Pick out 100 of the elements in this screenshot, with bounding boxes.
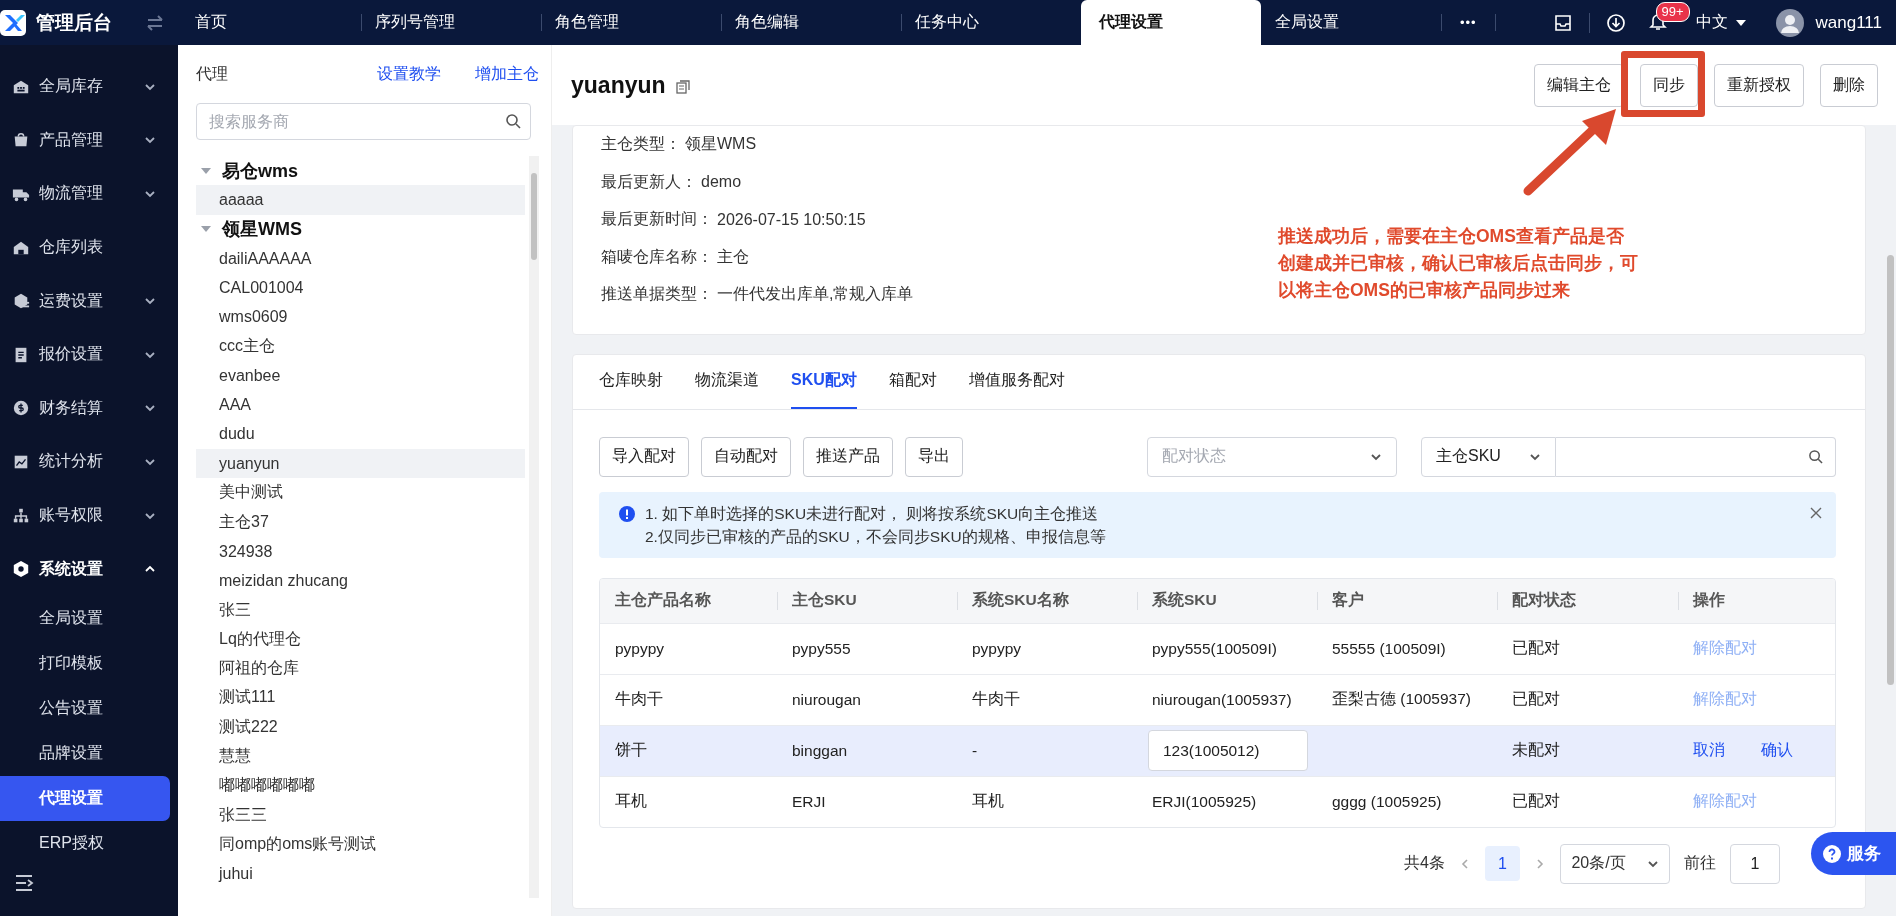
sidebar-item[interactable]: 财务结算 <box>0 381 178 436</box>
toolbar-button[interactable]: 导入配对 <box>599 436 689 477</box>
inbox-icon[interactable] <box>1552 12 1573 33</box>
toolbar-button[interactable]: 导出 <box>905 436 963 477</box>
tree-item[interactable]: 张三三 <box>196 800 525 830</box>
close-icon[interactable] <box>1810 506 1822 519</box>
table-row[interactable]: 饼干 binggan - 123(1005012) 未配对 取消 确认 <box>600 724 1835 776</box>
tree-item[interactable]: 美中测试 <box>196 478 525 508</box>
dollar-icon <box>12 399 30 418</box>
tree-item[interactable]: aaaaa <box>196 185 525 215</box>
nav-tab[interactable]: 角色管理 <box>541 0 721 45</box>
table-cell-text: 牛肉干 <box>971 689 1021 709</box>
info-icon <box>619 505 635 522</box>
tree-item[interactable]: 324938 <box>196 536 525 567</box>
table-cell-text: pypy555(100509I) <box>1151 639 1278 658</box>
tree-item[interactable]: dudu <box>196 419 525 449</box>
tree-item[interactable]: yuanyun <box>196 448 525 479</box>
info-value: demo <box>701 173 742 192</box>
tab[interactable]: 箱配对 <box>888 354 937 409</box>
header-button[interactable]: 重新授权 <box>1714 63 1804 107</box>
search-field[interactable] <box>1556 436 1836 477</box>
sidebar-item[interactable]: 全局库存 <box>0 60 178 114</box>
tree-item[interactable]: Lq的代理仓 <box>196 624 525 655</box>
tree-item[interactable]: 同omp的oms账号测试 <box>196 829 525 860</box>
sidebar-subitem[interactable]: 公告设置 <box>0 685 170 731</box>
sidebar-item[interactable]: 统计分析 <box>0 435 178 489</box>
sidebar-subitem[interactable]: 打印模板 <box>0 640 170 686</box>
sidebar-item[interactable]: 物流管理 <box>0 167 178 221</box>
sidebar-item[interactable]: 报价设置 <box>0 327 178 382</box>
search-type-select[interactable]: 主仓SKU <box>1421 436 1556 477</box>
nav-tab[interactable]: 任务中心 <box>901 0 1081 45</box>
tree-item[interactable]: meizidan zhucang <box>196 566 525 596</box>
sidebar-item[interactable]: 产品管理 <box>0 113 178 168</box>
toolbar-button[interactable]: 推送产品 <box>803 436 893 477</box>
service-button[interactable]: 服务 <box>1811 832 1896 875</box>
tree-item[interactable]: evanbee <box>196 361 525 391</box>
tree-item[interactable]: AAA <box>196 390 525 420</box>
table-row[interactable]: 耳机 ERJI 耳机 ERJI(1005925) gggg (1005925) 已配对 解除配对 <box>600 775 1835 827</box>
search-icon[interactable] <box>505 113 521 129</box>
tree-item[interactable]: ccc主仓 <box>196 331 525 362</box>
sidebar-item[interactable]: 仓库列表 <box>0 220 178 275</box>
user-name[interactable]: wang111 <box>1815 12 1882 33</box>
action-link[interactable]: 确认 <box>1761 741 1793 758</box>
link[interactable]: 增加主仓 <box>475 63 539 85</box>
tree-item[interactable]: 主仓37 <box>196 507 525 537</box>
app-title: 管理后台 <box>36 10 112 35</box>
table-cell-text: ERJI <box>791 792 827 811</box>
header-button[interactable]: 删除 <box>1820 63 1878 107</box>
download-icon[interactable] <box>1605 12 1626 33</box>
page-number[interactable]: 1 <box>1485 846 1520 881</box>
nav-tab[interactable]: 首页 <box>181 0 361 45</box>
toolbar-button[interactable]: 自动配对 <box>701 436 791 477</box>
tree-item[interactable]: wms0609 <box>196 302 525 332</box>
tree-item[interactable]: 张三 <box>196 595 525 625</box>
sidebar-item[interactable]: 运费设置 <box>0 274 178 328</box>
logo-icon <box>0 9 26 36</box>
page-size-select[interactable]: 20条/页 <box>1560 843 1670 884</box>
copy-icon[interactable] <box>675 80 690 94</box>
table-cell-text: 歪梨古德 (1005937) <box>1331 689 1472 709</box>
help-icon <box>1823 844 1841 863</box>
tab[interactable]: SKU配对 <box>791 354 857 409</box>
table-row[interactable]: 牛肉干 niurougan 牛肉干 niurougan(1005937) 歪梨古德 (1005937) 已配对 解除配对 <box>600 673 1835 725</box>
tab[interactable]: 仓库映射 <box>599 354 663 409</box>
page-input[interactable]: 1 <box>1730 843 1780 884</box>
tree-item[interactable]: 嘟嘟嘟嘟嘟嘟 <box>196 771 525 801</box>
search-field[interactable]: 搜索服务商 <box>196 103 531 140</box>
link[interactable]: 设置教学 <box>377 63 441 85</box>
header-button[interactable]: 同步 <box>1640 63 1698 107</box>
collapse-menu-icon[interactable] <box>14 874 34 892</box>
sidebar-item[interactable]: 账号权限 <box>0 488 178 543</box>
tree-item[interactable]: juhui <box>196 859 525 889</box>
tab[interactable]: 物流渠道 <box>695 354 759 409</box>
swap-icon[interactable] <box>145 14 165 31</box>
sidebar-subitem[interactable]: 代理设置 <box>0 775 170 821</box>
avatar-icon[interactable] <box>1775 8 1804 37</box>
sidebar-subitem[interactable]: ERP授权 <box>0 820 170 850</box>
action-link[interactable]: 取消 <box>1693 741 1725 758</box>
nav-tab[interactable]: 全局设置 <box>1261 0 1441 45</box>
search-icon <box>1808 449 1823 464</box>
tree-item[interactable]: 测试222 <box>196 712 525 742</box>
column-header: 配对状态 <box>1497 590 1678 611</box>
nav-tab[interactable]: 角色编辑 <box>721 0 901 45</box>
tree-item[interactable]: 慧慧 <box>196 741 525 772</box>
header-button[interactable]: 编辑主仓 <box>1534 63 1624 107</box>
language-select[interactable]: 中文 <box>1695 12 1746 33</box>
tree-item[interactable]: 测试111 <box>196 683 525 713</box>
nav-tab[interactable]: 序列号管理 <box>361 0 541 45</box>
tree-item[interactable]: dailiAAAAAA <box>196 243 525 274</box>
nav-tab[interactable]: 代理设置 <box>1081 0 1261 45</box>
tree-item[interactable]: CAL001004 <box>196 273 525 303</box>
table-row[interactable]: pypypy pypy555 pypypy pypy555(100509I) 55555 (100509I) 已配对 解除配对 <box>600 622 1835 674</box>
sku-input[interactable]: 123(1005012) <box>1148 730 1308 771</box>
sidebar-item[interactable]: 系统设置 <box>0 542 178 596</box>
more-tabs[interactable]: ••• <box>1441 14 1496 31</box>
tree-item[interactable]: 阿祖的仓库 <box>196 654 525 684</box>
sidebar-subitem[interactable]: 品牌设置 <box>0 730 170 776</box>
table-cell-text: pypy555 <box>791 639 852 658</box>
sidebar-subitem[interactable]: 全局设置 <box>0 595 170 641</box>
tab[interactable]: 增值服务配对 <box>968 354 1065 409</box>
page-title: yuanyun <box>571 71 666 99</box>
